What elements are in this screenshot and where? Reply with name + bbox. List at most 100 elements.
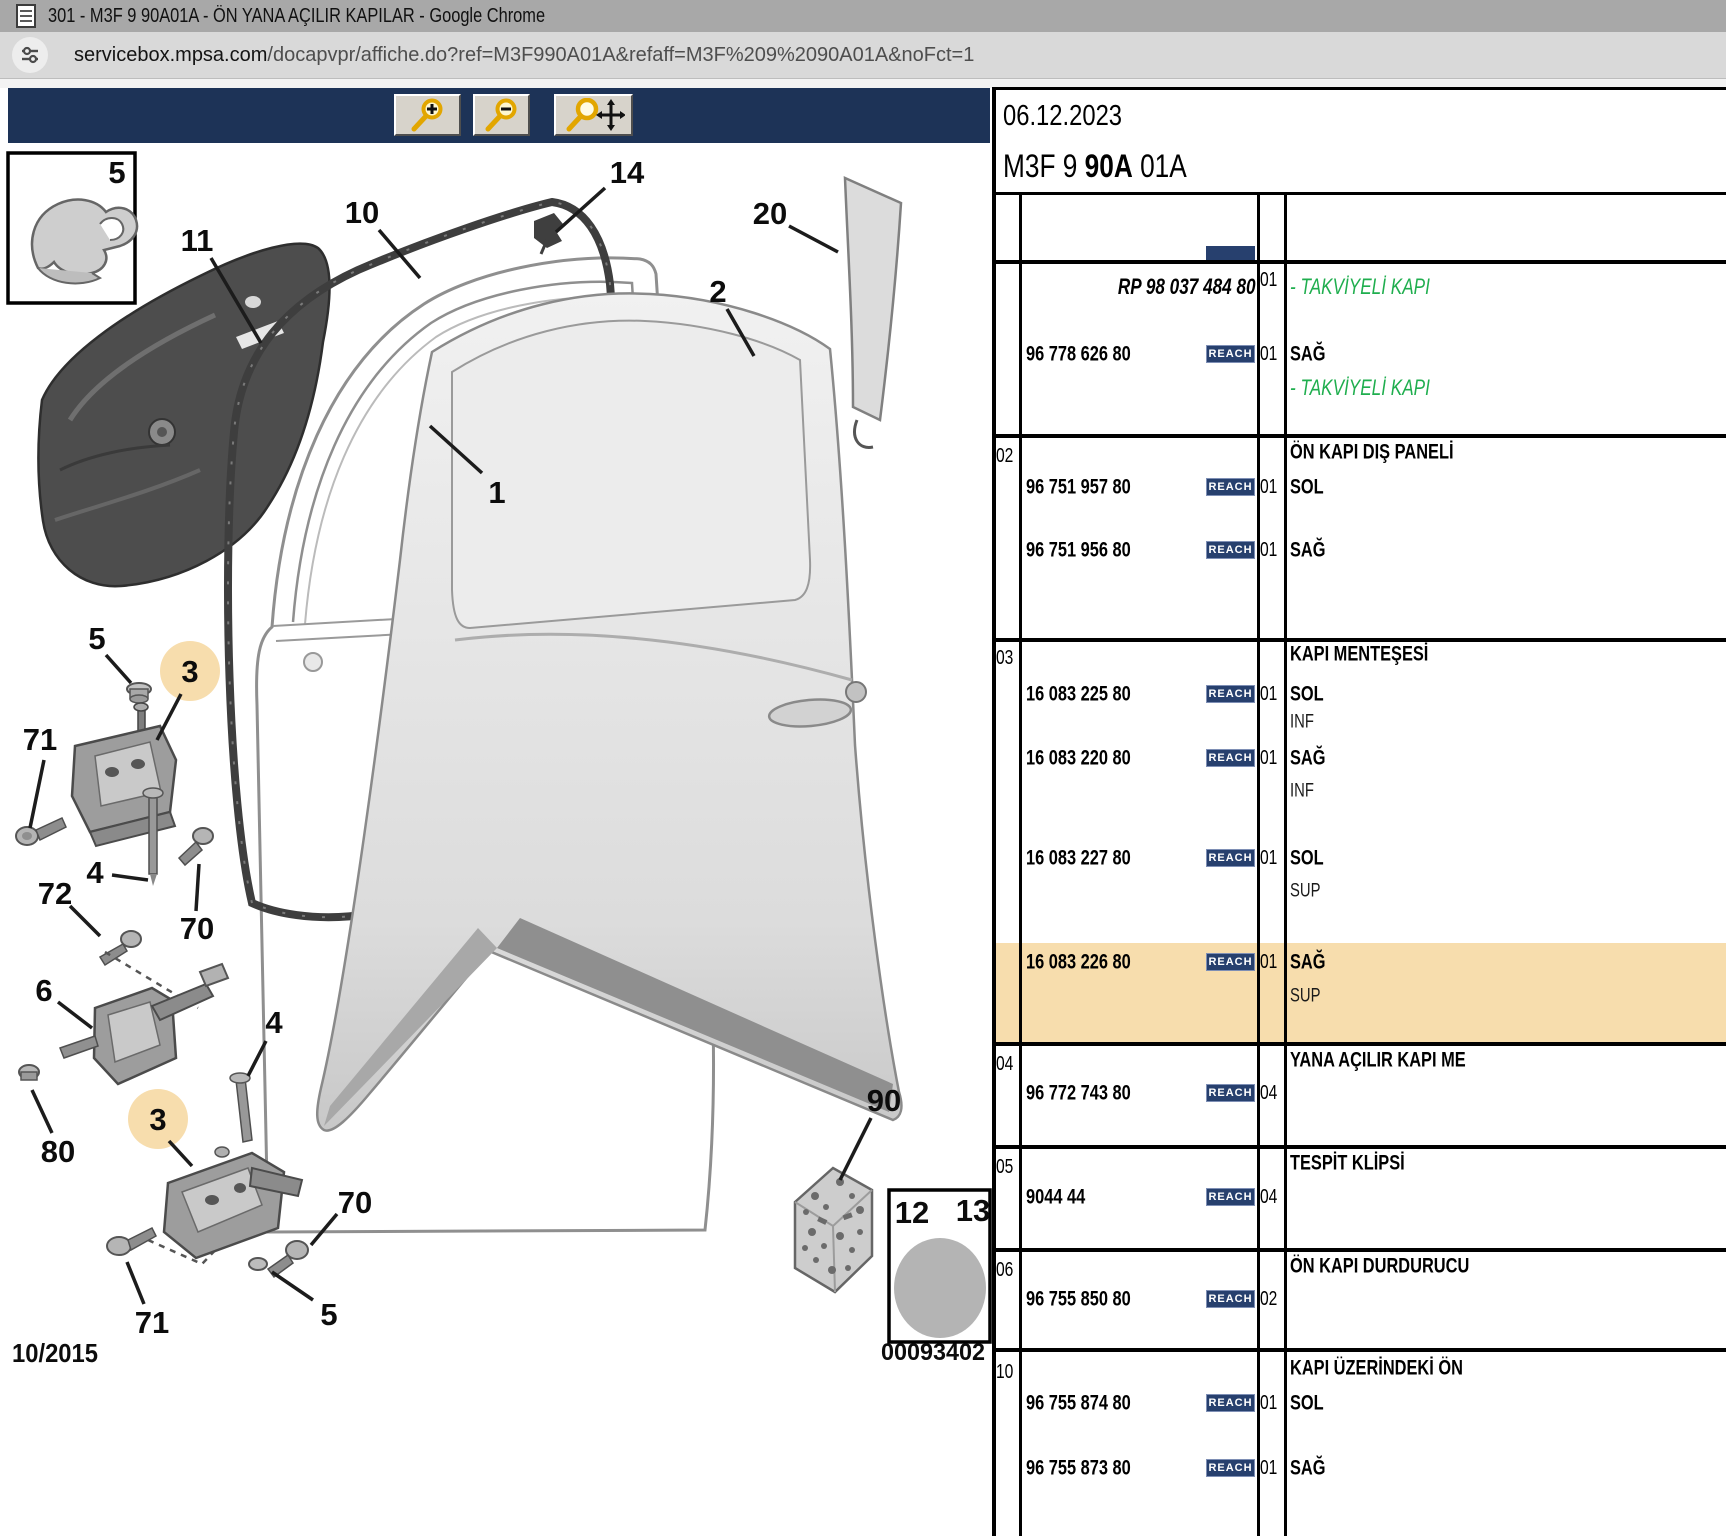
part-callout-20[interactable]: 20 [753, 196, 787, 231]
part-number[interactable]: RP 98 037 484 80 [1079, 276, 1256, 298]
description: INF [1290, 780, 1314, 802]
reach-badge[interactable]: REACH [1206, 849, 1255, 867]
description: SUP [1290, 880, 1321, 902]
table-line [992, 1042, 1726, 1046]
description: - TAKVİYELİ KAPI [1290, 375, 1430, 400]
quantity: 04 [1260, 1082, 1278, 1104]
site-settings-button[interactable] [12, 37, 48, 73]
group-code: 04 [996, 1053, 1014, 1075]
part-callout-2[interactable]: 2 [709, 274, 726, 309]
zoom-out-button[interactable] [473, 94, 530, 136]
drawing-number: 00093402 [881, 1339, 985, 1366]
part-callout-6[interactable]: 6 [35, 973, 52, 1008]
part-callout-70[interactable]: 70 [180, 911, 214, 946]
part-callout-4[interactable]: 4 [86, 855, 104, 890]
table-line [992, 1145, 1726, 1149]
reach-badge[interactable]: REACH [1206, 345, 1255, 363]
callout-leader-line [68, 904, 102, 938]
part-number[interactable]: 96 778 626 80 [1026, 344, 1160, 365]
part-number[interactable]: 96 751 956 80 [1026, 540, 1160, 561]
reach-badge[interactable]: REACH [1206, 1084, 1255, 1102]
part-callout-10[interactable]: 10 [345, 195, 379, 230]
part-number[interactable]: 96 755 873 80 [1026, 1458, 1160, 1479]
tune-icon [22, 46, 38, 64]
description: SOL [1290, 475, 1324, 499]
callout-leader-line [271, 1270, 314, 1302]
quantity: 01 [1260, 476, 1278, 498]
callout-leader-line [788, 224, 839, 254]
seal-clip [534, 213, 563, 255]
window-title-bar: 301 - M3F 9 90A01A - ÖN YANA AÇILIR KAPI… [0, 0, 1726, 32]
reach-badge[interactable]: REACH [1206, 749, 1255, 767]
callout-leader-line [155, 693, 183, 741]
part-callout-71[interactable]: 71 [135, 1305, 169, 1340]
part-number[interactable]: 16 083 225 80 [1026, 684, 1160, 705]
callout-leader-line [111, 873, 149, 882]
part-callout-5[interactable]: 5 [88, 621, 105, 656]
part-callout-1[interactable]: 1 [488, 475, 505, 510]
part-callout-3[interactable]: 3 [181, 654, 198, 689]
description: YANA AÇILIR KAPI ME [1290, 1048, 1466, 1072]
part-callout-4[interactable]: 4 [265, 1005, 283, 1040]
part-number[interactable]: 96 772 743 80 [1026, 1083, 1160, 1104]
zoom-pan-button[interactable] [554, 94, 633, 136]
description: KAPI ÜZERİNDEKİ ÖN [1290, 1356, 1463, 1380]
part-callout-70[interactable]: 70 [338, 1185, 372, 1220]
part-callout-3[interactable]: 3 [149, 1102, 166, 1137]
table-line [992, 1348, 1726, 1352]
description: INF [1290, 711, 1314, 733]
description: SAĞ [1290, 342, 1326, 366]
quantity: 01 [1260, 539, 1278, 561]
group-code: 02 [996, 445, 1014, 467]
quantity: 01 [1260, 1457, 1278, 1479]
quantity: 04 [1260, 1186, 1278, 1208]
highlighted-row [994, 943, 1726, 1042]
window-title: 301 - M3F 9 90A01A - ÖN YANA AÇILIR KAPI… [48, 4, 546, 27]
reach-badge[interactable]: REACH [1206, 1394, 1255, 1412]
zoom-in-button[interactable] [394, 94, 461, 136]
reach-badge[interactable]: REACH [1206, 685, 1255, 703]
part-callout-5[interactable]: 5 [108, 155, 125, 190]
part-number[interactable]: 16 083 220 80 [1026, 748, 1160, 769]
table-line [992, 192, 1726, 195]
quantity: 01 [1260, 847, 1278, 869]
description: SUP [1290, 985, 1321, 1007]
part-callout-80[interactable]: 80 [41, 1134, 75, 1169]
url-text[interactable]: servicebox.mpsa.com/docapvpr/affiche.do?… [74, 44, 974, 67]
part-callout-90[interactable]: 90 [867, 1083, 901, 1118]
callout-leader-line [56, 1000, 94, 1030]
part-number[interactable]: 96 755 874 80 [1026, 1393, 1160, 1414]
reach-badge[interactable]: REACH [1206, 541, 1255, 559]
table-line [992, 1248, 1726, 1252]
parts-diagram: 10/2015 00093402 5 11 10 14 20 2 1 5 3 71 4 72 70 6 80… [6, 151, 992, 1368]
table-line [992, 638, 1726, 642]
part-number[interactable]: 16 083 226 80 [1026, 952, 1160, 973]
table-line [992, 260, 1726, 264]
part-number[interactable]: 16 083 227 80 [1026, 848, 1160, 869]
part-callout-14[interactable]: 14 [610, 155, 645, 190]
description: SOL [1290, 846, 1324, 870]
part-callout-13[interactable]: 13 [956, 1193, 990, 1228]
group-code: 05 [996, 1156, 1014, 1178]
address-bar[interactable]: servicebox.mpsa.com/docapvpr/affiche.do?… [0, 32, 1726, 78]
part-callout-71[interactable]: 71 [23, 722, 57, 757]
description: TESPİT KLİPSİ [1290, 1151, 1405, 1175]
part-number[interactable]: 9044 44 [1026, 1187, 1102, 1208]
document-icon [16, 4, 36, 28]
callout-leader-line [377, 228, 422, 280]
part-callout-5[interactable]: 5 [320, 1297, 337, 1332]
part-callout-11[interactable]: 11 [181, 223, 214, 258]
callout-leader-line [167, 1139, 194, 1168]
diagram-date: 10/2015 [12, 1338, 98, 1368]
reach-badge[interactable]: REACH [1206, 1459, 1255, 1477]
reach-badge[interactable]: REACH [1206, 1290, 1255, 1308]
part-callout-12[interactable]: 12 [895, 1195, 929, 1230]
part-number[interactable]: 96 751 957 80 [1026, 477, 1160, 498]
part-callout-72[interactable]: 72 [38, 876, 72, 911]
quantity: 01 [1260, 1392, 1278, 1414]
part-number[interactable]: 96 755 850 80 [1026, 1289, 1160, 1310]
reach-badge[interactable]: REACH [1206, 1188, 1255, 1206]
table-line [992, 87, 996, 1536]
reach-badge[interactable]: REACH [1206, 478, 1255, 496]
reach-badge[interactable]: REACH [1206, 953, 1255, 971]
